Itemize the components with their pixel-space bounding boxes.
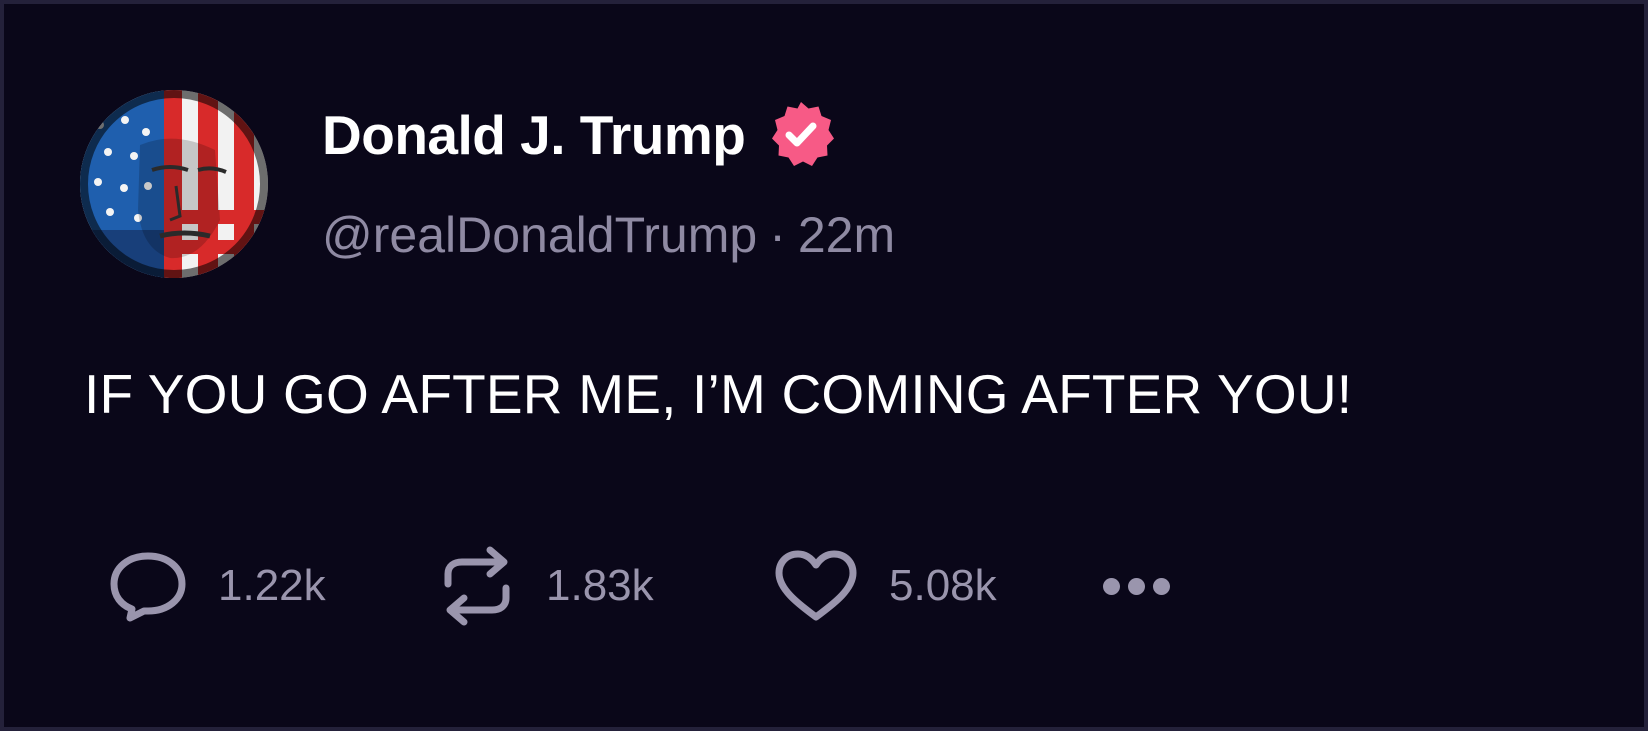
more-icon-dot — [1153, 577, 1170, 595]
verified-badge-icon — [772, 102, 835, 166]
repost-icon — [444, 546, 510, 626]
author-handle[interactable]: @realDonaldTrump — [322, 207, 757, 263]
avatar-flag-portrait — [80, 90, 268, 278]
more-options-button[interactable] — [1103, 568, 1170, 605]
more-icon-dot — [1128, 577, 1145, 595]
post-card: Donald J. Trump @realDonaldTrump · 22m IF … — [0, 0, 1648, 731]
author-name-row: Donald J. Trump — [322, 100, 837, 170]
reply-count: 1.22k — [218, 561, 326, 610]
post-actions-bar: 1.22k 1.83k 5.08k — [108, 546, 1170, 626]
author-avatar[interactable] — [80, 90, 268, 278]
more-icon — [1103, 577, 1120, 595]
repost-count: 1.83k — [546, 561, 654, 610]
meta-separator: · — [769, 207, 786, 263]
heart-icon — [775, 550, 857, 621]
post-timestamp[interactable]: 22m — [798, 207, 895, 263]
like-count: 5.08k — [889, 561, 997, 610]
author-handle-row: @realDonaldTrump · 22m — [322, 206, 895, 264]
post-body-text: IF YOU GO AFTER ME, I’M COMING AFTER YOU… — [84, 363, 1353, 425]
reply-button[interactable]: 1.22k — [108, 550, 438, 622]
reply-icon — [110, 552, 186, 622]
repost-button[interactable]: 1.83k — [438, 544, 773, 628]
author-display-name[interactable]: Donald J. Trump — [322, 103, 746, 167]
like-button[interactable]: 5.08k — [773, 549, 1103, 623]
